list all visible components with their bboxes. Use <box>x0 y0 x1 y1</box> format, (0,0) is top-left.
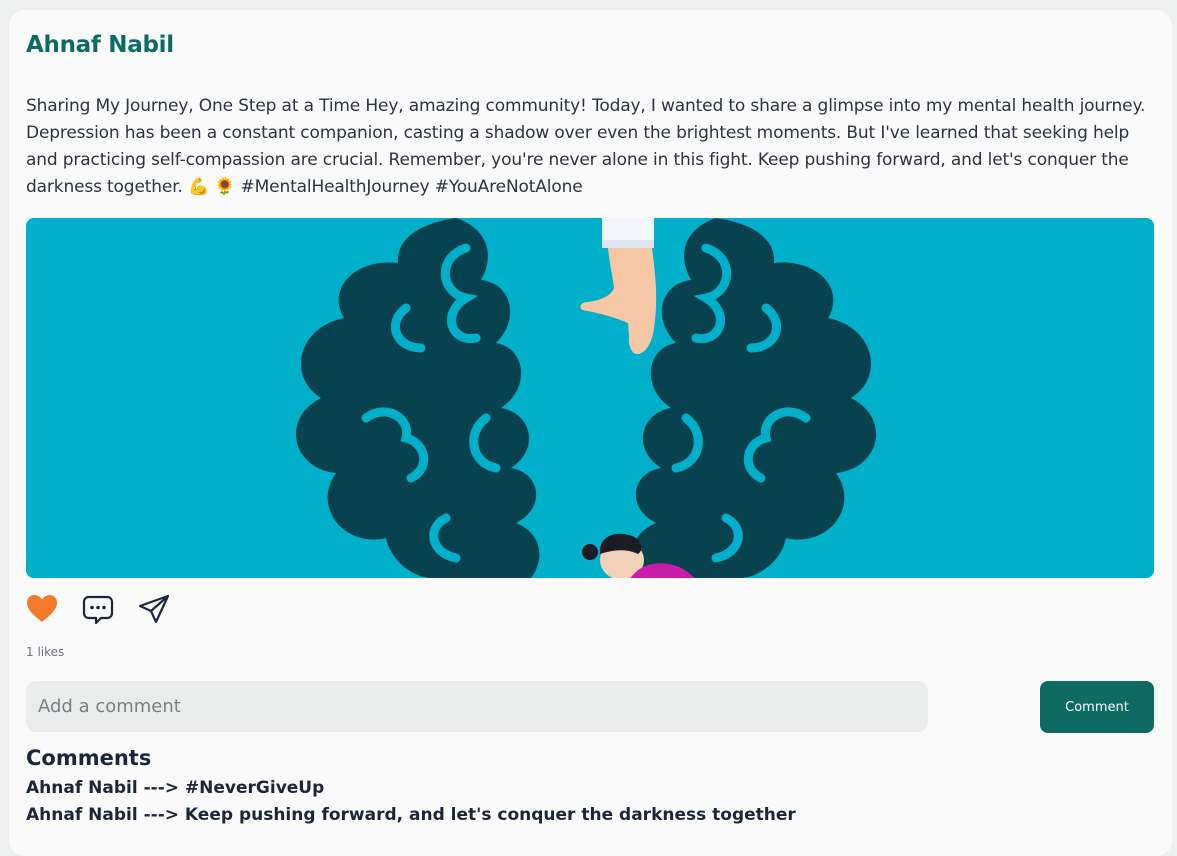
comment-input[interactable] <box>26 681 928 732</box>
comments-heading: Comments <box>26 746 152 770</box>
post-image <box>26 218 1154 578</box>
heart-icon[interactable] <box>26 593 58 625</box>
comment-item: Ahnaf Nabil ---> #NeverGiveUp <box>26 778 325 798</box>
paper-plane-icon[interactable] <box>138 593 170 625</box>
post-author[interactable]: Ahnaf Nabil <box>26 32 174 58</box>
likes-count: 1 likes <box>26 645 65 659</box>
comment-button[interactable]: Comment <box>1040 681 1154 733</box>
post-text: Sharing My Journey, One Step at a Time H… <box>26 96 1146 197</box>
brain-illustration <box>26 218 1154 578</box>
comment-item: Ahnaf Nabil ---> Keep pushing forward, a… <box>26 805 796 825</box>
chat-bubble-icon[interactable] <box>82 593 114 625</box>
